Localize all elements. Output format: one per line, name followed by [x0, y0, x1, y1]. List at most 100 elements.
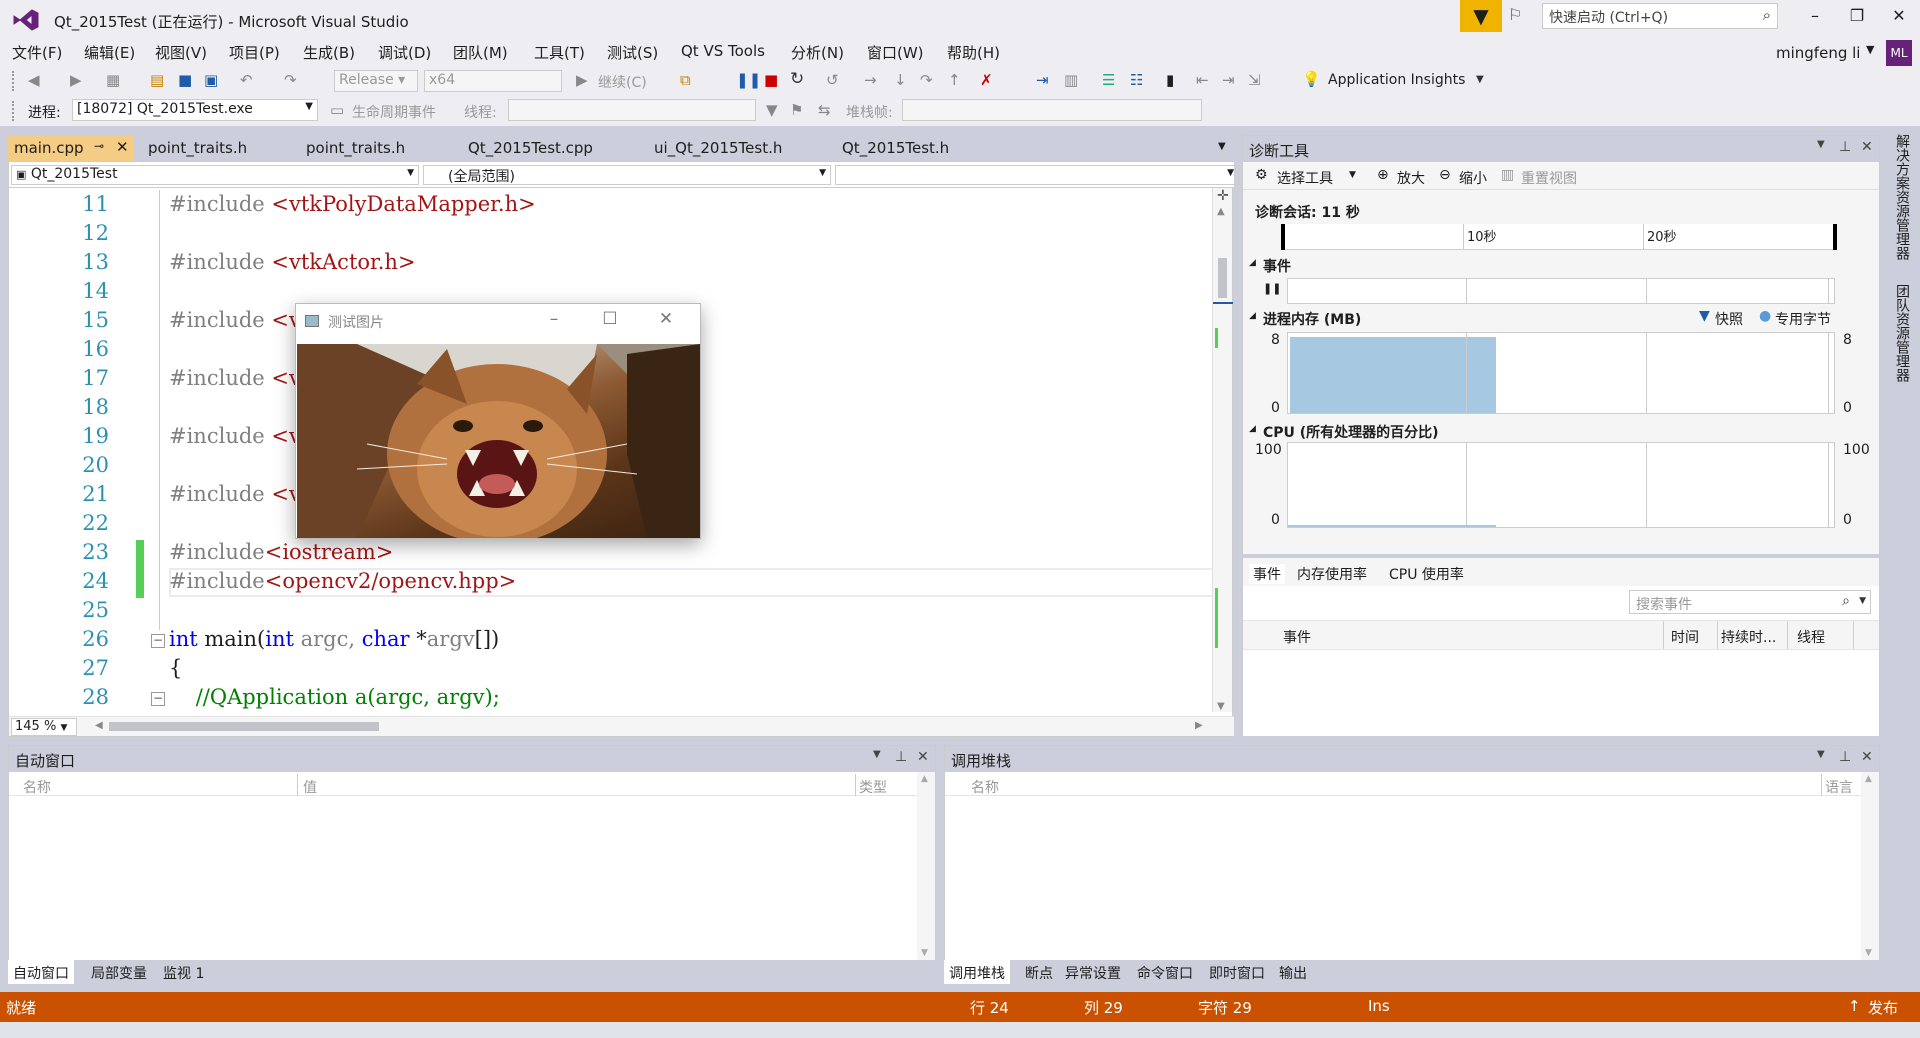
prev-bookmark-icon[interactable]: ⇤: [1196, 71, 1209, 89]
back-icon[interactable]: ◀: [28, 71, 40, 89]
tab-locals[interactable]: 局部变量: [86, 960, 152, 984]
scroll-down-icon[interactable]: ▼: [1217, 701, 1225, 712]
insights-dropdown-icon[interactable]: ▼: [1476, 74, 1484, 85]
hex-display-icon[interactable]: ✗: [980, 71, 993, 89]
menu-qt-vs-tools[interactable]: Qt VS Tools: [681, 42, 765, 60]
vertical-scrollbar[interactable]: ▲ ▼: [917, 772, 935, 960]
feedback-icon[interactable]: ⚐: [1508, 5, 1522, 24]
collapse-icon[interactable]: ◢: [1249, 258, 1256, 268]
menu-tools[interactable]: 工具(T): [534, 42, 585, 63]
zoom-out-icon[interactable]: ⊖: [1439, 167, 1451, 183]
panel-menu-icon[interactable]: ▼: [1817, 749, 1825, 760]
scope-select[interactable]: (全局范围) ▼: [423, 165, 831, 185]
comment-icon[interactable]: ☰: [1102, 71, 1115, 89]
publish-button[interactable]: 发布: [1868, 997, 1898, 1018]
scroll-up-icon[interactable]: ▲: [1865, 774, 1872, 784]
close-tab-icon[interactable]: ✕: [116, 138, 129, 156]
horizontal-scroll-thumb[interactable]: [109, 722, 379, 731]
memory-chart[interactable]: [1287, 332, 1835, 414]
close-button[interactable]: ✕: [1884, 6, 1914, 25]
select-tool-button[interactable]: 选择工具: [1277, 168, 1333, 188]
split-icon[interactable]: ✛: [1217, 188, 1229, 204]
chevron-down-icon[interactable]: ▼: [1859, 596, 1866, 606]
break-all-icon[interactable]: ❚❚: [736, 71, 761, 89]
timeline-ruler[interactable]: 10秒 20秒: [1281, 224, 1837, 250]
open-folder-icon[interactable]: ▤: [150, 71, 164, 89]
tab-output[interactable]: 输出: [1274, 960, 1312, 984]
close-icon[interactable]: ✕: [917, 749, 929, 765]
toolbar-grip[interactable]: [12, 71, 16, 91]
zoom-in-icon[interactable]: ⊕: [1377, 167, 1389, 183]
zoom-select[interactable]: 145 % ▼: [11, 718, 77, 736]
collapse-icon[interactable]: −: [151, 692, 165, 706]
column-language[interactable]: 语言: [1825, 777, 1853, 797]
tab-immediate-window[interactable]: 即时窗口: [1204, 960, 1270, 984]
timeline-end-marker[interactable]: [1833, 224, 1837, 250]
column-duration[interactable]: 持续时...: [1721, 627, 1776, 647]
close-button[interactable]: ✕: [654, 309, 678, 329]
save-all-icon[interactable]: ▣: [204, 71, 218, 89]
tab-exception-settings[interactable]: 异常设置: [1060, 960, 1126, 984]
project-select[interactable]: ▣ Qt_2015Test ▼: [11, 165, 419, 185]
tab-ui-qt-2015test-h[interactable]: ui_Qt_2015Test.h: [648, 135, 788, 161]
member-select[interactable]: ▼: [835, 165, 1239, 185]
collapse-icon[interactable]: −: [151, 634, 165, 648]
user-name[interactable]: mingfeng li: [1776, 44, 1860, 62]
pin-icon[interactable]: ⊥: [1839, 139, 1851, 155]
menu-edit[interactable]: 编辑(E): [84, 42, 135, 63]
column-event[interactable]: 事件: [1283, 627, 1311, 647]
process-select[interactable]: [18072] Qt_2015Test.exe ▼: [72, 99, 318, 121]
pin-icon[interactable]: ⊥: [895, 749, 907, 765]
image-window[interactable]: 测试图片 – ☐ ✕: [295, 303, 701, 539]
cpu-chart[interactable]: [1287, 442, 1835, 528]
menu-help[interactable]: 帮助(H): [947, 42, 1000, 63]
application-insights-button[interactable]: Application Insights: [1328, 72, 1465, 88]
continue-button[interactable]: 继续(C): [598, 72, 647, 92]
format-icon[interactable]: ▥: [1064, 71, 1078, 89]
quick-launch-input[interactable]: 快速启动 (Ctrl+Q) ⌕: [1542, 3, 1778, 29]
menu-analyze[interactable]: 分析(N): [791, 42, 844, 63]
forward-icon[interactable]: ▶: [70, 71, 82, 89]
pin-icon[interactable]: ⊥: [1839, 749, 1851, 765]
tab-cpu-usage[interactable]: CPU 使用率: [1389, 564, 1464, 584]
column-name[interactable]: 名称: [971, 777, 999, 797]
events-track[interactable]: [1287, 278, 1835, 304]
tab-autos[interactable]: 自动窗口: [8, 960, 74, 984]
stop-debugging-icon[interactable]: ■: [764, 71, 778, 89]
column-name[interactable]: 名称: [23, 777, 51, 797]
lifecycle-events-button[interactable]: 生命周期事件: [352, 102, 436, 122]
undo-icon[interactable]: ↶: [240, 71, 253, 89]
toolbar-grip[interactable]: [12, 101, 16, 121]
tab-point-traits-h-1[interactable]: point_traits.h: [142, 135, 253, 161]
maximize-button[interactable]: ☐: [598, 309, 622, 329]
menu-team[interactable]: 团队(M): [453, 42, 508, 63]
hot-reload-icon[interactable]: ↺: [826, 71, 839, 89]
tab-watch-1[interactable]: 监视 1: [158, 960, 209, 984]
thread-icon[interactable]: ⇥: [1036, 71, 1049, 89]
column-value[interactable]: 值: [303, 777, 317, 797]
step-out-icon[interactable]: ↑: [948, 71, 961, 89]
zoom-out-button[interactable]: 缩小: [1459, 168, 1487, 188]
tab-call-stack[interactable]: 调用堆栈: [944, 960, 1010, 984]
configuration-select[interactable]: Release ▾: [334, 70, 418, 92]
filter-icon[interactable]: ⚑: [790, 101, 803, 119]
show-next-statement-icon[interactable]: →: [864, 71, 877, 89]
new-project-icon[interactable]: ▦: [106, 71, 120, 89]
column-type[interactable]: 类型: [859, 777, 887, 797]
flag-thread-icon[interactable]: ▼: [766, 101, 778, 119]
scroll-down-icon[interactable]: ▼: [921, 948, 928, 958]
column-thread[interactable]: 线程: [1797, 627, 1825, 647]
restart-icon[interactable]: ↻: [790, 69, 804, 89]
step-into-icon[interactable]: ↓: [894, 71, 907, 89]
tab-qt-2015test-cpp[interactable]: Qt_2015Test.cpp: [462, 135, 599, 161]
notifications-filter-icon[interactable]: ▼: [1460, 0, 1502, 32]
search-events-input[interactable]: 搜索事件 ⌕ ▼: [1629, 590, 1871, 614]
uncomment-icon[interactable]: ☷: [1130, 71, 1143, 89]
close-icon[interactable]: ✕: [1861, 749, 1873, 765]
scroll-thumb[interactable]: [1218, 258, 1227, 298]
panel-menu-icon[interactable]: ▼: [1817, 139, 1825, 150]
thread-select[interactable]: [508, 99, 756, 121]
scroll-up-icon[interactable]: ▲: [1217, 206, 1225, 217]
tab-main-cpp[interactable]: main.cpp ⊸ ✕: [8, 135, 134, 161]
next-bookmark-icon[interactable]: ⇥: [1222, 71, 1235, 89]
